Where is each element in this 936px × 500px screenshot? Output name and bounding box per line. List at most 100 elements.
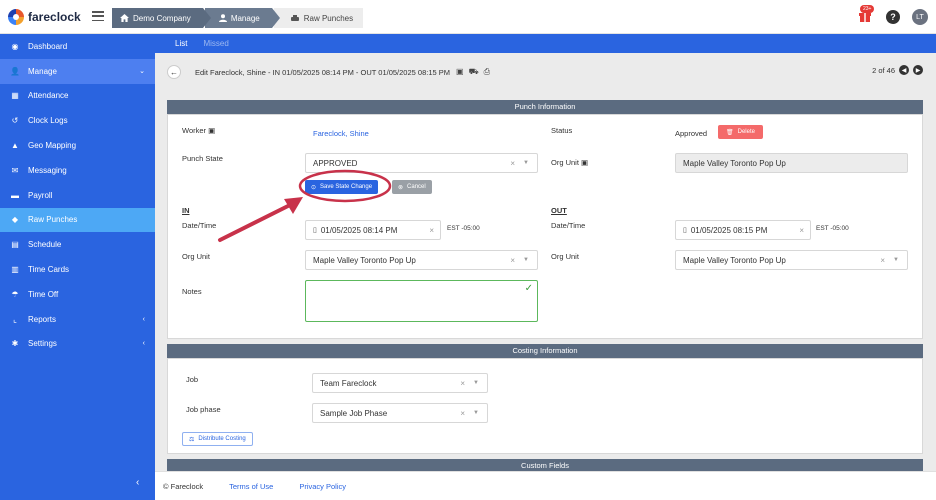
arrow-left-icon: ←	[170, 67, 178, 77]
tab-list[interactable]: List	[175, 39, 187, 48]
worker-link[interactable]: Fareclock, Shine	[313, 129, 369, 138]
clear-icon[interactable]: ×	[880, 256, 885, 265]
clear-icon[interactable]: ×	[429, 226, 434, 235]
clear-icon[interactable]: ×	[460, 409, 465, 418]
breadcrumb-manage[interactable]: Manage	[204, 8, 280, 28]
punch-state-select[interactable]: APPROVED × ▼	[305, 153, 538, 173]
sidebar-item-schedule[interactable]: ▤ Schedule	[0, 232, 155, 257]
punch-icon[interactable]: ⛟	[469, 67, 479, 77]
in-datetime-input[interactable]: ▯ 01/05/2025 08:14 PM ×	[305, 220, 441, 240]
caret-down-icon[interactable]: ▼	[523, 257, 529, 263]
messaging-icon: ✉	[11, 165, 19, 175]
clear-icon[interactable]: ×	[510, 256, 515, 265]
id-card-icon[interactable]: ▣	[456, 67, 464, 77]
sidebar-item-attendance[interactable]: ▦ Attendance	[0, 84, 155, 109]
raw-punches-icon: ◆	[11, 215, 19, 225]
sidebar-item-payroll[interactable]: ▬ Payroll	[0, 183, 155, 208]
sidebar-item-manage[interactable]: 👤 Manage ⌄	[0, 58, 155, 84]
distribute-costing-button[interactable]: ⚖ Distribute Costing	[182, 432, 253, 446]
status-label: Status	[551, 126, 573, 135]
custom-fields-header: Custom Fields	[167, 459, 923, 471]
org-unit-readonly: Maple Valley Toronto Pop Up	[675, 153, 908, 173]
sidebar-item-geo-mapping[interactable]: ▲ Geo Mapping	[0, 133, 155, 158]
notes-label: Notes	[182, 287, 202, 296]
terms-of-use-link[interactable]: Terms of Use	[229, 482, 273, 491]
copyright-text: © Fareclock	[163, 481, 204, 491]
help-icon[interactable]: ?	[886, 10, 900, 24]
breadcrumb-label: Manage	[230, 13, 260, 23]
status-value: Approved	[675, 129, 708, 138]
clear-icon[interactable]: ×	[510, 159, 515, 168]
breadcrumb-raw-punches[interactable]: Raw Punches	[273, 8, 364, 28]
in-datetime-value: 01/05/2025 08:14 PM	[320, 225, 398, 235]
next-record-button[interactable]: ▶	[913, 65, 923, 75]
out-datetime-input[interactable]: ▯ 01/05/2025 08:15 PM ×	[675, 220, 811, 240]
id-card-icon: ▣	[581, 158, 589, 167]
notifications-button[interactable]: 23+	[858, 5, 875, 25]
caret-down-icon[interactable]: ▼	[473, 410, 479, 416]
sidebar-item-label: Schedule	[28, 240, 62, 250]
time-off-icon: ☂	[11, 289, 19, 299]
in-org-unit-select[interactable]: Maple Valley Toronto Pop Up × ▼	[305, 250, 538, 270]
job-value: Team Fareclock	[320, 378, 377, 388]
sidebar-item-dashboard[interactable]: ◉ Dashboard	[0, 34, 155, 59]
sidebar-item-reports[interactable]: ⌞ Reports ‹	[0, 307, 155, 332]
breadcrumb: Demo Company Manage Raw Punches	[112, 8, 364, 28]
top-bar: fareclock Demo Company Manage Raw Punche…	[0, 0, 936, 34]
sidebar-item-raw-punches[interactable]: ◆ Raw Punches	[0, 207, 155, 233]
calendar-icon: ▯	[313, 227, 317, 234]
sidebar-item-messaging[interactable]: ✉ Messaging	[0, 158, 155, 183]
caret-down-icon[interactable]: ▼	[893, 257, 899, 263]
out-datetime-value: 01/05/2025 08:15 PM	[690, 225, 768, 235]
breadcrumb-label: Raw Punches	[303, 13, 354, 23]
cancel-button[interactable]: ⊗ Cancel	[392, 180, 432, 194]
geo-mapping-icon: ▲	[11, 141, 19, 151]
delete-button[interactable]: 🗑 Delete	[718, 125, 763, 139]
out-heading: OUT	[551, 206, 567, 215]
sidebar-item-time-off[interactable]: ☂ Time Off	[0, 282, 155, 307]
sidebar-item-label: Reports	[28, 314, 57, 324]
org-unit-label: Org Unit ▣	[551, 158, 589, 167]
notification-count-badge: 23+	[860, 5, 875, 13]
distribute-icon: ⚖	[189, 436, 195, 443]
notes-textarea[interactable]: ✓	[305, 280, 538, 322]
sidebar-item-clock-logs[interactable]: ↺ Clock Logs	[0, 108, 155, 133]
caret-down-icon[interactable]: ▼	[473, 380, 479, 386]
clear-icon[interactable]: ×	[799, 226, 804, 235]
sidebar-item-label: Settings	[28, 339, 57, 349]
collapse-sidebar-icon[interactable]: ‹	[136, 477, 139, 488]
in-org-unit-label: Org Unit	[182, 252, 210, 261]
sidebar-item-time-cards[interactable]: ▥ Time Cards	[0, 257, 155, 282]
caret-down-icon[interactable]: ▼	[523, 160, 529, 166]
hamburger-menu-icon[interactable]	[92, 11, 104, 21]
trash-icon: 🗑	[726, 129, 734, 136]
calendar-icon: ▯	[683, 227, 687, 234]
tab-missed[interactable]: Missed	[203, 39, 228, 48]
in-timezone: EST -05:00	[447, 225, 480, 232]
job-phase-label: Job phase	[186, 405, 221, 414]
sub-tabs: List Missed	[155, 34, 936, 53]
org-unit-value: Maple Valley Toronto Pop Up	[683, 158, 786, 168]
breadcrumb-demo-company[interactable]: Demo Company	[112, 8, 211, 28]
out-org-unit-select[interactable]: Maple Valley Toronto Pop Up × ▼	[675, 250, 908, 270]
avatar[interactable]: LT	[912, 9, 928, 25]
job-phase-select[interactable]: Sample Job Phase × ▼	[312, 403, 488, 423]
logo[interactable]: fareclock	[8, 9, 81, 25]
save-state-change-button[interactable]: ⊙ Save State Change	[305, 180, 379, 194]
chevron-left-icon: ‹	[142, 315, 145, 323]
settings-icon: ✱	[11, 339, 19, 349]
punch-information-panel: Worker ▣ Fareclock, Shine Status Approve…	[167, 114, 923, 339]
print-icon[interactable]: ⎙	[484, 67, 490, 77]
back-button[interactable]: ←	[167, 65, 181, 79]
worker-label: Worker ▣	[182, 126, 216, 135]
sidebar-item-settings[interactable]: ✱ Settings ‹	[0, 332, 155, 357]
out-timezone: EST -05:00	[816, 225, 849, 232]
job-select[interactable]: Team Fareclock × ▼	[312, 373, 488, 393]
clear-icon[interactable]: ×	[460, 379, 465, 388]
out-org-unit-value: Maple Valley Toronto Pop Up	[683, 255, 786, 265]
privacy-policy-link[interactable]: Privacy Policy	[299, 482, 346, 491]
costing-information-header: Costing Information	[167, 344, 923, 358]
dashboard-icon: ◉	[11, 41, 19, 51]
close-circle-icon: ⊗	[398, 184, 404, 191]
previous-record-button[interactable]: ◀	[899, 65, 909, 75]
